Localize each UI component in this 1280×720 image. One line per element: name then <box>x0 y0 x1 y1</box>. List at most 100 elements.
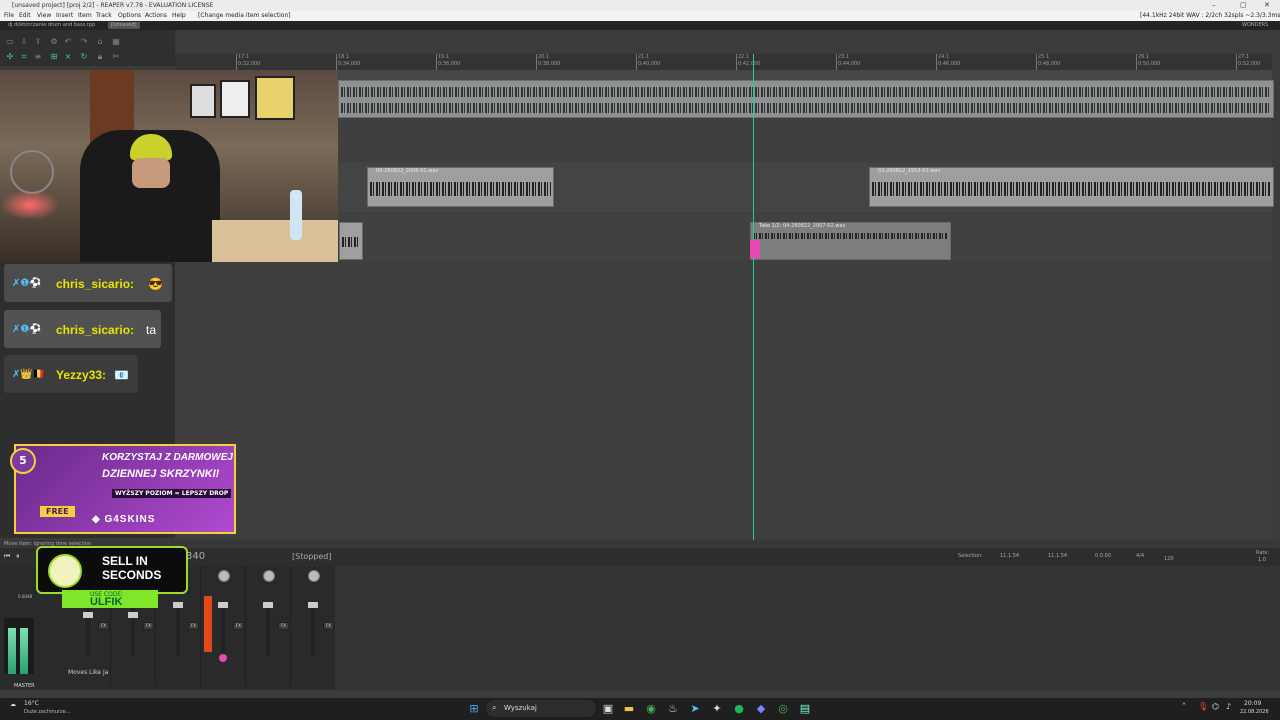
telegram-icon[interactable]: ➤ <box>688 702 702 716</box>
ruler-marker: 24.1 0:46.000 <box>936 54 960 70</box>
lock-icon[interactable]: ⌂ <box>96 38 104 46</box>
pause-icon[interactable]: ⏸ <box>16 552 20 561</box>
media-item-2[interactable]: 03-260822_1953-01.wav <box>869 167 1274 207</box>
volume-fader[interactable] <box>173 602 183 608</box>
file-explorer-icon[interactable]: ▬ <box>622 702 636 716</box>
menu-item[interactable]: Item <box>78 11 92 21</box>
media-item-edge[interactable] <box>339 222 363 260</box>
fx-button[interactable]: FX <box>233 622 244 630</box>
poster-image <box>220 80 250 118</box>
weather-icon[interactable]: ☁ <box>10 701 16 708</box>
browser-icon[interactable]: ◎ <box>776 702 790 716</box>
arrange-view[interactable]: 03-260822_2006-01.wav 03-260822_1953-01.… <box>175 70 1274 538</box>
new-project-icon[interactable]: ▭ <box>6 38 14 46</box>
lock-items-icon[interactable]: 🔒︎ <box>96 53 104 61</box>
windows-start-icon[interactable]: ⊞ <box>467 702 481 716</box>
menu-file[interactable]: File <box>4 11 14 21</box>
menu-actions[interactable]: Actions <box>145 11 167 21</box>
selection-length[interactable]: 0.0.00 <box>1095 553 1111 559</box>
media-item-take[interactable]: Take 1/2: 04-260822_2007-02.wav <box>750 222 951 260</box>
menu-track[interactable]: Track <box>96 11 112 21</box>
time-signature[interactable]: 4/4 <box>1136 553 1144 559</box>
discord-icon[interactable]: ◆ <box>754 702 768 716</box>
meter-right <box>20 628 28 674</box>
clock-time[interactable]: 20:09 <box>1244 700 1261 707</box>
trim-icon[interactable]: ✂ <box>112 53 120 61</box>
close-button[interactable]: ✕ <box>1264 0 1270 11</box>
reaper-icon[interactable]: ▤ <box>798 702 812 716</box>
minimize-button[interactable]: – <box>1212 0 1216 11</box>
track-lane[interactable] <box>175 70 1274 118</box>
menu-options[interactable]: Options <box>118 11 141 21</box>
ripple-icon[interactable]: ≡ <box>34 53 42 61</box>
volume-fader[interactable] <box>218 602 228 608</box>
taskbar-search[interactable]: ⌕ Wyszukaj <box>486 700 596 717</box>
group-icon[interactable]: ⊞ <box>50 53 58 61</box>
tab-unsaved[interactable]: [Unsaved] <box>108 22 140 29</box>
menu-help[interactable]: Help <box>172 11 186 21</box>
bpm-display[interactable]: 120 <box>1164 556 1174 562</box>
microphone-icon[interactable]: 🎙︎ <box>1198 702 1208 711</box>
volume-fader[interactable] <box>263 602 273 608</box>
redo-icon[interactable]: ↷ <box>80 38 88 46</box>
volume-fader[interactable] <box>83 612 93 618</box>
fx-button[interactable]: FX <box>278 622 289 630</box>
tab-project[interactable]: dj doktorczanie drum and bass.rpp <box>8 21 95 30</box>
track-lane[interactable]: Take 1/2: 04-260822_2007-02.wav <box>175 214 1272 260</box>
face-image <box>132 158 170 188</box>
undo-icon[interactable]: ↶ <box>64 38 72 46</box>
volume-fader[interactable] <box>128 612 138 618</box>
edit-cursor[interactable] <box>753 54 754 540</box>
open-project-icon[interactable]: ⇩ <box>20 38 28 46</box>
record-arm-icon[interactable] <box>219 654 227 662</box>
network-icon[interactable]: ⌬ <box>1212 702 1219 711</box>
media-item-1[interactable]: 03-260822_2006-01.wav <box>367 167 554 207</box>
clock-date[interactable]: 22.08.2026 <box>1240 709 1269 715</box>
maximize-button[interactable]: ▢ <box>1240 0 1247 11</box>
fx-button[interactable]: FX <box>143 622 154 630</box>
chrome-icon[interactable]: ◉ <box>644 702 658 716</box>
loop-icon[interactable]: ↻ <box>80 53 88 61</box>
item-name: 03-260822_2006-01.wav <box>376 168 439 174</box>
volume-fader[interactable] <box>308 602 318 608</box>
chat-message: ✗👑🇧🇪 Yezzy33: 📧 <box>4 355 138 393</box>
task-view-icon[interactable]: ▣ <box>601 702 615 716</box>
tab-right[interactable]: WONDERS <box>1242 21 1268 30</box>
snap-icon[interactable]: ⌗ <box>20 53 28 61</box>
main-toolbar: ▭ ⇩ ⇪ ⚙ ↶ ↷ ⌂ ▦ ✣ ⌗ ≡ ⊞ ⨯ ↻ 🔒︎ ✂ <box>0 30 175 66</box>
menu-view[interactable]: View <box>37 11 51 21</box>
pan-knob[interactable] <box>308 570 320 582</box>
crossfade-icon[interactable]: ⨯ <box>64 53 72 61</box>
app-icon[interactable]: ♨ <box>666 702 680 716</box>
fx-button[interactable]: FX <box>323 622 334 630</box>
waveform <box>341 103 1271 113</box>
pan-knob[interactable] <box>263 570 275 582</box>
selection-end[interactable]: 11.1.54 <box>1048 553 1067 559</box>
title-bar: [unsaved project] [proj 2/2] - REAPER v7… <box>0 0 1280 11</box>
selection-start[interactable]: 11.1.54 <box>1000 553 1019 559</box>
rate-value[interactable]: 1.0 <box>1258 557 1266 563</box>
mixer-strip: FX <box>201 566 246 686</box>
app-icon[interactable]: ✦ <box>710 702 724 716</box>
menu-edit[interactable]: Edit <box>19 11 31 21</box>
metronome-icon[interactable]: ▦ <box>112 38 120 46</box>
promo-code-box: USE CODE: ULFIK <box>62 590 158 608</box>
menu-insert[interactable]: Insert <box>56 11 73 21</box>
fx-button[interactable]: FX <box>98 622 109 630</box>
pan-knob[interactable] <box>218 570 230 582</box>
timeline-ruler[interactable]: 17.1 0:32.000 18.1 0:34.000 19.1 0:36.000 2… <box>175 54 1272 70</box>
save-project-icon[interactable]: ⇪ <box>34 38 42 46</box>
selected-item-marker[interactable] <box>750 240 760 258</box>
track-lane[interactable]: 03-260822_2006-01.wav 03-260822_1953-01.… <box>175 162 1274 212</box>
fx-button[interactable]: FX <box>188 622 199 630</box>
track-name[interactable]: Moves Like Ja <box>68 669 108 676</box>
grid-icon[interactable]: ✣ <box>6 53 14 61</box>
fan-image <box>10 150 54 194</box>
tray-chevron-icon[interactable]: ˄ <box>1182 702 1186 711</box>
chat-text: 📧 <box>114 368 129 382</box>
volume-icon[interactable]: ♪ <box>1226 702 1231 711</box>
rewind-icon[interactable]: ⏮ <box>4 552 10 561</box>
media-item-drums[interactable] <box>338 80 1274 118</box>
spotify-icon[interactable]: ● <box>732 702 746 716</box>
settings-icon[interactable]: ⚙ <box>50 38 58 46</box>
